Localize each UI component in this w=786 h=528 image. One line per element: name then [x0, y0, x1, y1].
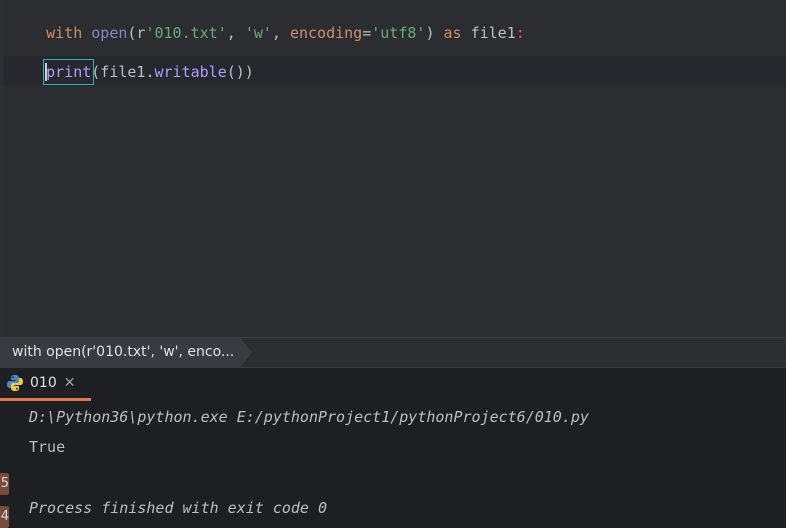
breadcrumb: with open(r'010.txt', 'w', enco... — [0, 337, 786, 367]
token-colon: : — [515, 24, 525, 42]
print-text: print — [46, 63, 92, 81]
token-punct: (r — [127, 24, 146, 42]
token-string: 'w' — [244, 24, 272, 42]
tab-run-010[interactable]: 010 ✕ — [0, 368, 91, 401]
token-method: writable — [154, 63, 227, 81]
token-punct: (file1. — [91, 63, 155, 81]
token-builtin: open — [91, 24, 128, 42]
gutter-badge[interactable]: 5 — [0, 473, 9, 495]
token-param: encoding — [289, 24, 363, 42]
gutter-badge[interactable]: 4 — [0, 506, 9, 528]
code-line-3[interactable]: print(file1.writable()) — [10, 59, 254, 85]
code-editor[interactable]: with open(r'010.txt', 'w', encoding='utf… — [0, 0, 786, 337]
run-panel: 010 ✕ D:\Python36\python.exe E:/pythonPr… — [0, 367, 786, 528]
token-punct: ()) — [226, 63, 254, 81]
token-keyword: with — [46, 24, 83, 42]
token-punct: , — [226, 24, 245, 42]
token-string: '010.txt' — [145, 24, 227, 42]
token-keyword: as — [443, 24, 462, 42]
text-caret — [45, 63, 48, 81]
close-icon[interactable]: ✕ — [64, 375, 76, 391]
console-output: True — [29, 438, 66, 456]
token-punct: = — [362, 24, 372, 42]
breadcrumb-item[interactable]: with open(r'010.txt', 'w', enco... — [0, 338, 252, 367]
code-line-1[interactable]: with open(r'010.txt', 'w', encoding='utf… — [10, 3, 525, 42]
token-builtin-print[interactable]: print — [43, 59, 95, 85]
token-identifier: file1 — [461, 24, 516, 42]
tab-label: 010 — [30, 375, 57, 391]
console-exit-message: Process finished with exit code 0 — [29, 499, 328, 517]
token-string: 'utf8' — [371, 24, 426, 42]
token-punct: ) — [425, 24, 444, 42]
python-icon — [7, 375, 23, 391]
console-command-line: D:\Python36\python.exe E:/pythonProject1… — [29, 408, 589, 426]
token-punct: , — [271, 24, 290, 42]
